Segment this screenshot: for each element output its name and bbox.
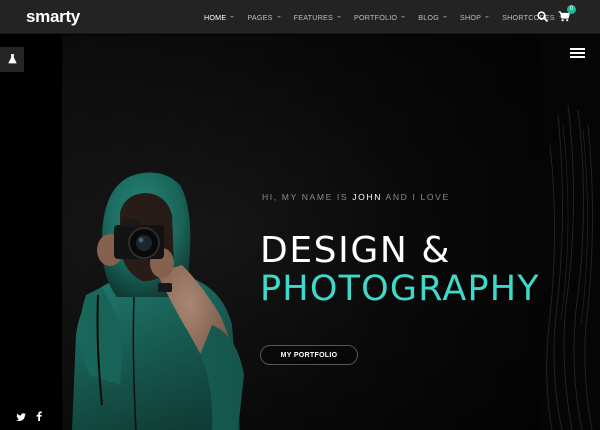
caret-down-icon [485,16,490,18]
hero-intro-text: HI, MY NAME IS JOHN AND I LOVE [262,192,450,202]
style-switcher-button[interactable] [0,47,24,72]
twitter-icon[interactable] [16,408,26,426]
nav-item-label: BLOG [418,12,439,22]
intro-prefix: HI, MY NAME IS [262,192,349,202]
nav-item-shop[interactable]: SHOP [460,12,490,22]
intro-suffix: AND I LOVE [385,192,450,202]
flask-icon [7,51,17,69]
nav-item-home[interactable]: HOME [204,12,235,22]
intro-name: JOHN [352,192,383,202]
search-icon[interactable] [537,11,549,23]
left-sidebar [0,35,62,430]
menu-icon[interactable] [570,48,585,58]
nav-item-blog[interactable]: BLOG [418,13,447,22]
hero-title-line-1: DESIGN & [260,230,452,271]
nav-item-label: HOME [204,12,227,22]
nav-item-label: PORTFOLIO [354,12,398,22]
nav-item-label: SHOP [460,12,482,22]
top-navbar: smarty HOME PAGES FEATURES PORTFOLIO BLO… [0,0,600,34]
caret-down-icon [443,16,447,18]
social-links [16,408,52,426]
main-nav: HOME PAGES FEATURES PORTFOLIO BLOG SHOP … [204,0,576,34]
caret-down-icon [230,16,235,18]
hair-image [538,35,600,430]
facebook-icon[interactable] [36,408,42,426]
cart-icon[interactable]: 0 [558,5,576,23]
caret-down-icon [337,16,342,18]
hero-section: HI, MY NAME IS JOHN AND I LOVE DESIGN & … [62,35,538,430]
nav-item-label: PAGES [247,12,273,22]
hero-title-line-2: PHOTOGRAPHY [260,269,538,309]
my-portfolio-button[interactable]: MY PORTFOLIO [260,345,358,365]
nav-item-features[interactable]: FEATURES [293,12,342,22]
nav-item-label: FEATURES [293,12,334,22]
site-logo[interactable]: smarty [26,7,80,27]
header-tools: 0 [531,0,576,34]
caret-down-icon [401,16,406,18]
cart-count-badge: 0 [567,5,576,14]
right-slide-preview [538,35,600,430]
nav-item-pages[interactable]: PAGES [247,12,281,22]
nav-item-portfolio[interactable]: PORTFOLIO [354,12,406,22]
caret-down-icon [276,16,281,18]
